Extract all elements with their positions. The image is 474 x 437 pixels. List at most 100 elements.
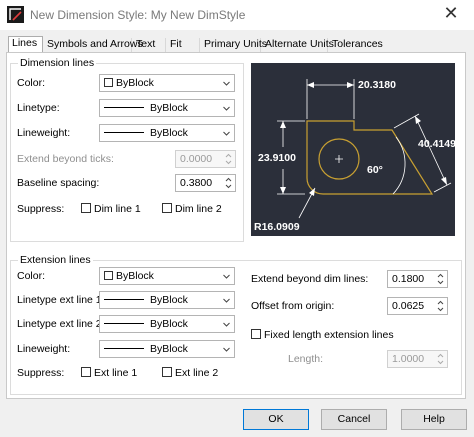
checkbox-icon <box>81 367 91 377</box>
chevron-down-icon <box>223 322 230 327</box>
window-title: New Dimension Style: My New DimStyle <box>30 8 246 22</box>
chevron-down-icon <box>223 81 230 86</box>
dimension-preview: 20.3180 23.9100 40.4149 60° R16.0909 <box>251 63 456 236</box>
ext-color-label: Color: <box>17 270 46 282</box>
ext-line-2-checkbox[interactable]: Ext line 2 <box>162 367 218 380</box>
center-mark <box>335 155 343 163</box>
line-sample-icon <box>104 348 144 349</box>
spin-arrows-icon[interactable] <box>223 152 234 166</box>
color-swatch-icon <box>104 78 113 87</box>
baseline-spacing-label: Baseline spacing: <box>17 177 100 189</box>
offset-from-origin-label: Offset from origin: <box>251 300 335 312</box>
extend-beyond-ticks-value: 0.0000 <box>180 153 213 165</box>
tab-primary-units[interactable]: Primary Units <box>201 38 267 52</box>
extend-beyond-ticks-label: Extend beyond ticks: <box>17 153 114 165</box>
chevron-down-icon <box>223 274 230 279</box>
tab-alternate-units[interactable]: Alternate Units <box>262 38 334 52</box>
ext-line-1-checkbox[interactable]: Ext line 1 <box>81 367 137 380</box>
extension-lines-group: Extension lines Color: ByBlock Linetype … <box>10 254 462 395</box>
chevron-down-icon <box>223 298 230 303</box>
baseline-spacing-input[interactable]: 0.3800 <box>175 174 236 192</box>
ext-suppress-label: Suppress: <box>17 367 65 379</box>
dim-line-2-label: Dim line 2 <box>175 203 222 215</box>
lines-tab-panel: Dimension lines Color: ByBlock Linetype:… <box>6 52 466 399</box>
tab-symbols-and-arrows[interactable]: Symbols and Arrows <box>44 38 143 52</box>
spin-arrows-icon[interactable] <box>223 176 234 190</box>
ok-button[interactable]: OK <box>243 409 309 430</box>
tab-lines[interactable]: Lines <box>8 36 43 53</box>
dim-left-text: 23.9100 <box>258 152 296 164</box>
tab-tolerances[interactable]: Tolerances <box>329 38 383 52</box>
ext-lineweight-value: ByBlock <box>150 343 188 355</box>
dim-radius-text: R16.0909 <box>254 221 300 233</box>
dim-line-1-checkbox[interactable]: Dim line 1 <box>81 203 141 216</box>
baseline-spacing-value: 0.3800 <box>180 177 213 189</box>
dim-color-label: Color: <box>17 77 46 89</box>
dim-top-text: 20.3180 <box>358 79 396 91</box>
dim-line-1-label: Dim line 1 <box>94 203 141 215</box>
ext-lineweight-select[interactable]: ByBlock <box>99 340 235 358</box>
spin-arrows-icon[interactable] <box>435 272 446 286</box>
tab-fit[interactable]: Fit <box>167 38 200 52</box>
length-value: 1.0000 <box>392 353 425 365</box>
chevron-down-icon <box>223 347 230 352</box>
linetype-ext-2-label: Linetype ext line 2: <box>17 318 105 330</box>
line-sample-icon <box>104 132 144 133</box>
close-button[interactable]: ✕ <box>436 4 466 24</box>
dim-linetype-value: ByBlock <box>150 102 188 114</box>
linetype-ext-1-label: Linetype ext line 1: <box>17 294 105 306</box>
chevron-down-icon <box>223 106 230 111</box>
ext-color-select[interactable]: ByBlock <box>99 267 235 285</box>
dimension-lines-title: Dimension lines <box>18 57 97 69</box>
extension-lines-title: Extension lines <box>18 254 93 266</box>
linetype-ext-2-value: ByBlock <box>150 318 188 330</box>
extend-beyond-dim-lines-value: 0.1800 <box>392 273 425 285</box>
extend-beyond-dim-lines-input[interactable]: 0.1800 <box>387 270 448 288</box>
dialog-body: Lines Symbols and Arrows Text Fit Primar… <box>0 30 474 437</box>
offset-from-origin-input[interactable]: 0.0625 <box>387 297 448 315</box>
help-button[interactable]: Help <box>401 409 467 430</box>
dim-linetype-label: Linetype: <box>17 102 60 114</box>
fixed-length-label: Fixed length extension lines <box>264 329 394 341</box>
ext-lineweight-label: Lineweight: <box>17 343 71 355</box>
dim-right-text: 40.4149 <box>418 138 455 150</box>
dim-lineweight-select[interactable]: ByBlock <box>99 124 235 142</box>
color-swatch-icon <box>104 271 113 280</box>
line-sample-icon <box>104 299 144 300</box>
ext-line-2-label: Ext line 2 <box>175 367 219 379</box>
ext-color-value: ByBlock <box>116 270 154 282</box>
part-outline <box>306 120 434 195</box>
dim-suppress-label: Suppress: <box>17 203 65 215</box>
angle-arc <box>392 136 406 195</box>
ext-line-1-label: Ext line 1 <box>94 367 138 379</box>
app-icon <box>7 6 24 23</box>
checkbox-icon <box>162 203 172 213</box>
dim-lineweight-label: Lineweight: <box>17 127 71 139</box>
length-input[interactable]: 1.0000 <box>387 350 448 368</box>
line-sample-icon <box>104 323 144 324</box>
linetype-ext-1-value: ByBlock <box>150 294 188 306</box>
dim-lineweight-value: ByBlock <box>150 127 188 139</box>
fixed-length-checkbox[interactable]: Fixed length extension lines <box>251 329 394 342</box>
dim-line-2-checkbox[interactable]: Dim line 2 <box>162 203 222 216</box>
extend-beyond-ticks-input[interactable]: 0.0000 <box>175 150 236 168</box>
spin-arrows-icon[interactable] <box>435 352 446 366</box>
cancel-button[interactable]: Cancel <box>321 409 387 430</box>
dim-color-select[interactable]: ByBlock <box>99 74 235 92</box>
length-label: Length: <box>288 353 324 365</box>
dim-linetype-select[interactable]: ByBlock <box>99 99 235 117</box>
linetype-ext-1-select[interactable]: ByBlock <box>99 291 235 309</box>
tab-strip: Lines Symbols and Arrows Text Fit Primar… <box>8 36 468 53</box>
spin-arrows-icon[interactable] <box>435 299 446 313</box>
linetype-ext-2-select[interactable]: ByBlock <box>99 315 235 333</box>
dimension-lines-group: Dimension lines Color: ByBlock Linetype:… <box>10 57 244 242</box>
dim-angle-text: 60° <box>367 164 383 176</box>
preview-drawing: 20.3180 23.9100 40.4149 60° R16.0909 <box>254 79 456 233</box>
tab-text[interactable]: Text <box>133 38 166 52</box>
checkbox-icon <box>81 203 91 213</box>
checkbox-icon <box>162 367 172 377</box>
line-sample-icon <box>104 107 144 108</box>
extend-beyond-dim-lines-label: Extend beyond dim lines: <box>251 273 369 285</box>
title-bar: New Dimension Style: My New DimStyle ✕ <box>0 0 474 30</box>
dim-color-value: ByBlock <box>116 77 154 89</box>
